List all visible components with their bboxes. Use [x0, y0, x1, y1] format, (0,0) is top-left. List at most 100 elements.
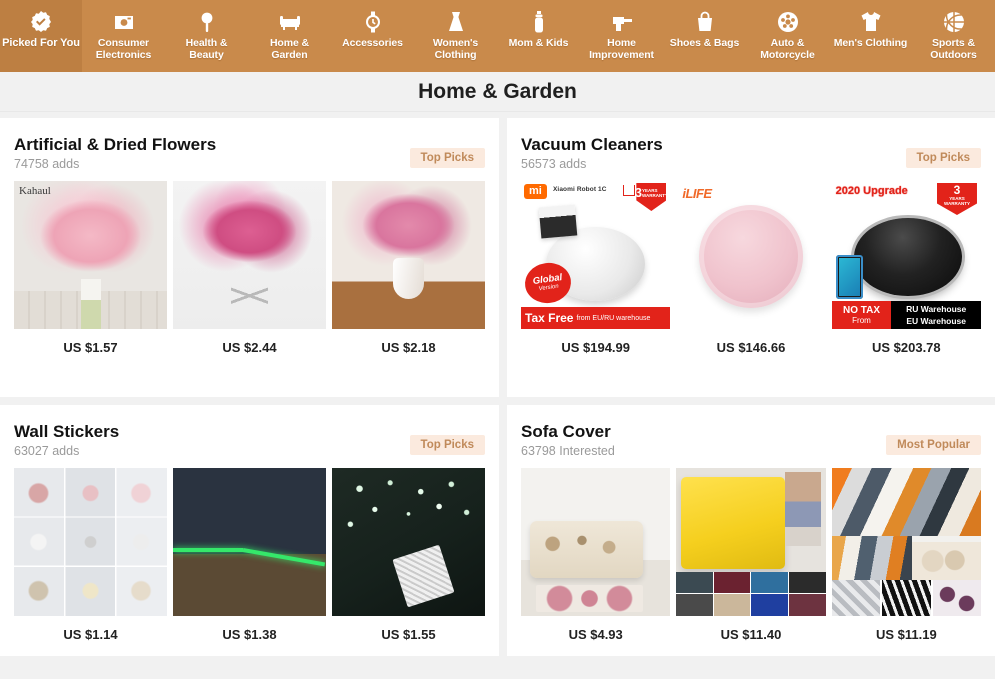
nav-item-label: Consumer Electronics [95, 37, 152, 61]
product-card[interactable]: US $11.19 [831, 468, 981, 642]
nav-item-womens-clothing[interactable]: Women's Clothing [414, 0, 497, 72]
swatch [932, 580, 981, 616]
swatch [789, 594, 826, 616]
nav-item-label: Men's Clothing [833, 37, 908, 49]
section-title: Vacuum Cleaners [521, 135, 663, 154]
warranty-years: 3 [634, 185, 642, 200]
color-swatch-grid [676, 571, 826, 616]
nav-item-mens-clothing[interactable]: Men's Clothing [829, 0, 912, 72]
nav-item-consumer-electronics[interactable]: Consumer Electronics [82, 0, 165, 72]
warranty-shield-badge: 3 YEARS WARRANTY [936, 183, 977, 215]
product-card[interactable]: US $1.14 [14, 468, 167, 642]
product-image[interactable] [14, 468, 167, 616]
nav-item-health-beauty[interactable]: Health & Beauty [165, 0, 248, 72]
product-image[interactable] [332, 181, 485, 329]
handbag-icon [692, 9, 718, 35]
section-subtitle: 63798 Interested [521, 444, 615, 458]
product-price: US $203.78 [871, 340, 941, 355]
tax-free-banner: Tax Free from EU/RU warehouse [521, 307, 671, 329]
product-image[interactable]: 2020 Upgrade 3 YEARS WARRANTY NO TAX Fro… [831, 181, 981, 329]
product-card[interactable]: US $4.93 [521, 468, 671, 642]
product-card[interactable]: US $1.38 [173, 468, 326, 642]
nav-item-label: Auto & Motorcycle [760, 37, 815, 61]
camera-icon [111, 9, 137, 35]
swatch [882, 580, 931, 616]
category-nav-bar: Picked For You Consumer Electronics Heal… [0, 0, 995, 72]
nav-item-shoes-bags[interactable]: Shoes & Bags [663, 0, 746, 72]
product-card[interactable]: US $2.18 [332, 181, 485, 355]
no-tax-block: NO TAX From [831, 301, 892, 329]
product-price: US $194.99 [561, 340, 630, 355]
product-image[interactable]: iLIFE [676, 181, 826, 329]
product-image[interactable] [332, 468, 485, 616]
product-card[interactable]: US $11.40 [676, 468, 826, 642]
section-badge: Most Popular [886, 435, 981, 455]
warehouse-block: RU Warehouse EU Warehouse [891, 301, 981, 329]
pattern-swatch-row [831, 580, 981, 616]
section-header: Sofa Cover 63798 Interested Most Popular [521, 421, 981, 458]
product-card[interactable]: US $1.55 [332, 468, 485, 642]
section-title: Wall Stickers [14, 422, 120, 441]
nav-item-auto-motorcycle[interactable]: Auto & Motorcycle [746, 0, 829, 72]
nav-item-sports-outdoors[interactable]: Sports & Outdoors [912, 0, 995, 72]
product-card[interactable]: iLIFE US $146.66 [676, 181, 826, 355]
nav-item-label: Women's Clothing [432, 37, 479, 61]
nav-item-home-improvement[interactable]: Home Improvement [580, 0, 663, 72]
product-card[interactable]: Kahaul US $1.57 [14, 181, 167, 355]
robot-vacuum-body [854, 218, 962, 297]
section-title: Sofa Cover [521, 422, 611, 441]
product-image[interactable] [676, 468, 826, 616]
product-price: US $1.57 [63, 340, 118, 355]
section-title-group: Sofa Cover 63798 Interested [521, 421, 615, 458]
section-subtitle: 63027 adds [14, 444, 80, 458]
product-price: US $1.38 [222, 627, 277, 642]
product-card[interactable]: 2020 Upgrade 3 YEARS WARRANTY NO TAX Fro… [831, 181, 981, 355]
product-image[interactable] [173, 181, 326, 329]
mirror-icon [194, 9, 220, 35]
section-artificial-dried-flowers: Artificial & Dried Flowers 74758 adds To… [0, 118, 499, 397]
swatch [713, 571, 751, 594]
section-title-group: Wall Stickers 63027 adds [14, 421, 119, 458]
nav-item-label: Home Improvement [589, 37, 654, 61]
section-subtitle: 74758 adds [14, 157, 80, 171]
global-badge-sub: Version [538, 283, 560, 292]
product-price: US $4.93 [568, 627, 623, 642]
nav-item-home-garden[interactable]: Home & Garden [248, 0, 331, 72]
product-image[interactable] [521, 468, 671, 616]
mi-brand-logo: mi [524, 184, 547, 199]
nav-item-mom-kids[interactable]: Mom & Kids [497, 0, 580, 72]
product-card[interactable]: US $2.44 [173, 181, 326, 355]
no-tax-banner: NO TAX From RU Warehouse EU Warehouse [831, 301, 981, 329]
image-watermark: Kahaul [19, 185, 51, 197]
section-badge: Top Picks [409, 435, 485, 455]
drill-icon [609, 9, 635, 35]
section-title-group: Vacuum Cleaners 56573 adds [521, 134, 663, 171]
product-price: US $11.40 [720, 627, 782, 642]
warehouse-eu: EU Warehouse [906, 316, 966, 326]
no-tax-sub: From [852, 316, 871, 325]
watch-icon [360, 9, 386, 35]
nav-item-label: Shoes & Bags [669, 37, 740, 49]
smartphone-app-icon [836, 255, 863, 300]
warranty-years: 3 [953, 183, 961, 197]
baby-bottle-icon [526, 9, 552, 35]
no-tax-bold: NO TAX [842, 305, 881, 316]
product-image[interactable]: Kahaul [14, 181, 167, 329]
product-image[interactable] [831, 468, 981, 616]
sofa-icon [277, 9, 303, 35]
product-image[interactable]: mi Xiaomi Robot 1C 3 YEARS WARRANTY Glob… [521, 181, 671, 329]
product-image[interactable] [173, 468, 326, 616]
nav-item-picked-for-you[interactable]: Picked For You [0, 0, 82, 72]
section-sofa-cover: Sofa Cover 63798 Interested Most Popular… [507, 405, 995, 656]
product-price: US $11.19 [875, 627, 937, 642]
nav-item-accessories[interactable]: Accessories [331, 0, 414, 72]
badge-check-icon [28, 9, 54, 35]
nav-item-label: Mom & Kids [508, 37, 569, 49]
section-badge: Top Picks [409, 148, 485, 168]
nav-item-label: Health & Beauty [185, 37, 228, 61]
section-header: Wall Stickers 63027 adds Top Picks [14, 421, 485, 458]
product-card[interactable]: mi Xiaomi Robot 1C 3 YEARS WARRANTY Glob… [521, 181, 671, 355]
section-subtitle: 56573 adds [521, 157, 587, 171]
ilife-brand-logo: iLIFE [682, 186, 712, 201]
swatch [751, 594, 789, 616]
